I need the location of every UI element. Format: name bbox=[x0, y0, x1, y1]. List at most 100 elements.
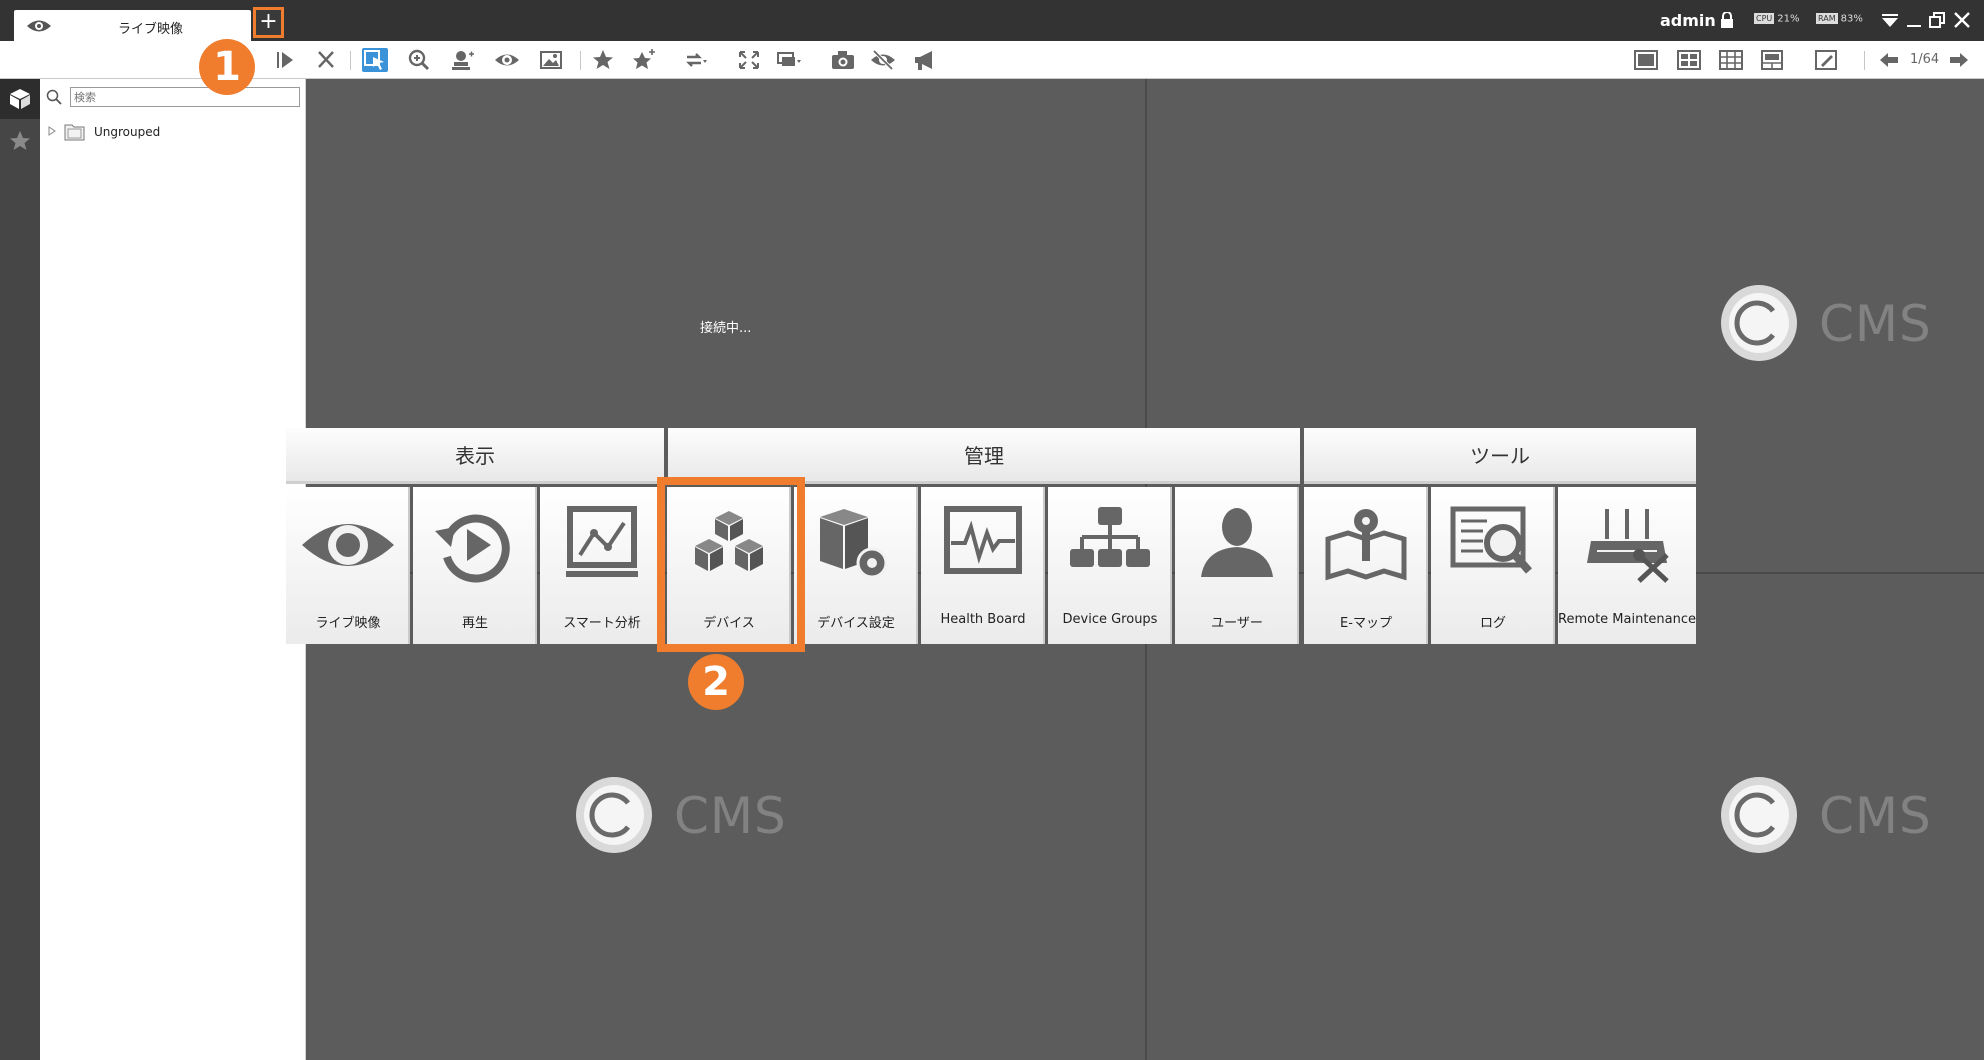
device-tree-panel: Ungrouped bbox=[40, 79, 306, 1060]
favorite-star-icon[interactable] bbox=[590, 48, 616, 72]
dropdown-menu-icon[interactable] bbox=[1878, 8, 1902, 32]
left-rail bbox=[0, 79, 40, 1060]
expand-arrow-icon[interactable] bbox=[48, 126, 56, 136]
menu-section-tools: ツール bbox=[1304, 428, 1696, 484]
layout-nine-icon[interactable] bbox=[1718, 48, 1744, 72]
folder-icon bbox=[64, 124, 85, 141]
eye-icon bbox=[302, 524, 394, 566]
health-board-icon bbox=[944, 506, 1022, 574]
menu-item-label: ライブ映像 bbox=[315, 616, 381, 631]
connecting-status: 接続中... bbox=[700, 321, 752, 336]
cpu-value: 21% bbox=[1777, 13, 1800, 25]
play-icon[interactable] bbox=[272, 48, 298, 72]
tab-live-view[interactable]: ライブ映像 bbox=[14, 10, 251, 41]
cpu-meter: CPU 21% bbox=[1754, 13, 1800, 27]
cms-ring-icon bbox=[576, 777, 652, 853]
tab-label: ライブ映像 bbox=[118, 22, 184, 37]
menu-item-smart-analysis[interactable]: スマート分析 bbox=[540, 487, 664, 644]
close-all-icon[interactable] bbox=[313, 48, 339, 72]
menu-item-label: Health Board bbox=[940, 612, 1026, 627]
menu-item-playback[interactable]: 再生 bbox=[413, 487, 537, 644]
favorites-tab[interactable] bbox=[0, 121, 40, 161]
ram-meter: RAM 83% bbox=[1816, 13, 1863, 27]
main-menu: 表示 管理 ツール ライブ映像 再生 スマート分析 デバイス デバイス設定 He… bbox=[286, 428, 1696, 644]
menu-item-label: ログ bbox=[1479, 616, 1506, 631]
tree-search bbox=[44, 87, 302, 109]
menu-item-health-board[interactable]: Health Board bbox=[921, 487, 1045, 644]
restore-icon[interactable] bbox=[1925, 8, 1949, 32]
user-icon bbox=[1201, 508, 1273, 577]
page-indicator: 1/64 bbox=[1910, 52, 1940, 67]
callout-step-2: 2 bbox=[688, 654, 744, 710]
menu-item-label: スマート分析 bbox=[563, 616, 641, 631]
video-cell-4[interactable]: CMS bbox=[1147, 574, 1984, 1060]
menu-item-device-settings[interactable]: デバイス設定 bbox=[794, 487, 918, 644]
layout-custom-icon[interactable] bbox=[1760, 48, 1786, 72]
menu-item-label: Remote Maintenance bbox=[1558, 612, 1697, 627]
cms-logo: CMS bbox=[574, 771, 814, 861]
menu-section-view: 表示 bbox=[286, 428, 664, 484]
tree-node-label: Ungrouped bbox=[94, 125, 161, 139]
privacy-mask-icon[interactable] bbox=[870, 48, 896, 72]
log-icon bbox=[1450, 506, 1533, 574]
eye-icon bbox=[27, 20, 51, 32]
zoom-in-icon[interactable] bbox=[406, 48, 432, 72]
menu-item-remote-maintenance[interactable]: Remote Maintenance bbox=[1558, 487, 1696, 644]
cms-ring-icon bbox=[1721, 777, 1797, 853]
snapshot-camera-icon[interactable] bbox=[830, 48, 856, 72]
sequence-icon[interactable] bbox=[682, 48, 708, 72]
next-page-icon[interactable] bbox=[1946, 48, 1972, 72]
toolbar-divider bbox=[580, 51, 581, 70]
ptz-control-icon[interactable] bbox=[450, 48, 476, 72]
lock-icon[interactable] bbox=[1720, 12, 1734, 28]
menu-item-live-view[interactable]: ライブ映像 bbox=[286, 487, 410, 644]
cms-window: ライブ映像 + admin CPU 21% RAM 83% 1/64 検索 Un… bbox=[0, 0, 1984, 1060]
emap-icon bbox=[1325, 509, 1407, 581]
device-groups-icon bbox=[1070, 507, 1150, 567]
ram-value: 83% bbox=[1840, 13, 1863, 25]
prev-page-icon[interactable] bbox=[1876, 48, 1902, 72]
device-settings-icon bbox=[820, 509, 888, 579]
cube-icon bbox=[10, 89, 30, 109]
star-icon bbox=[10, 131, 30, 150]
menu-item-label: デバイス設定 bbox=[817, 616, 895, 631]
callout-step-1: 1 bbox=[199, 39, 255, 95]
playback-icon bbox=[435, 514, 510, 583]
cms-logo: CMS bbox=[1719, 771, 1959, 861]
select-pointer-icon[interactable] bbox=[362, 48, 388, 72]
cms-logo-text: CMS bbox=[674, 787, 787, 845]
cms-logo: CMS bbox=[1719, 279, 1959, 369]
add-favorite-icon[interactable] bbox=[630, 48, 656, 72]
cpu-chip: CPU bbox=[1754, 13, 1775, 24]
layout-edit-icon[interactable] bbox=[1814, 48, 1840, 72]
menu-item-users[interactable]: ユーザー bbox=[1175, 487, 1299, 644]
menu-item-emap[interactable]: E-マップ bbox=[1304, 487, 1428, 644]
toolbar: 1/64 bbox=[0, 41, 1984, 79]
layout-quad-icon[interactable] bbox=[1676, 48, 1702, 72]
menu-item-label: E-マップ bbox=[1340, 616, 1392, 631]
title-bar: ライブ映像 + admin CPU 21% RAM 83% bbox=[0, 0, 1984, 41]
menu-item-log[interactable]: ログ bbox=[1431, 487, 1555, 644]
fullscreen-icon[interactable] bbox=[736, 48, 762, 72]
menu-item-device-groups[interactable]: Device Groups bbox=[1048, 487, 1172, 644]
device-tree-tab[interactable] bbox=[0, 79, 40, 119]
image-icon[interactable] bbox=[538, 48, 564, 72]
smart-analysis-icon bbox=[566, 506, 638, 577]
search-input[interactable] bbox=[70, 87, 300, 107]
layout-single-icon[interactable] bbox=[1633, 48, 1659, 72]
cms-logo-text: CMS bbox=[1819, 295, 1932, 353]
ram-chip: RAM bbox=[1816, 13, 1838, 24]
menu-item-label: 再生 bbox=[461, 616, 488, 631]
highlight-devices-box bbox=[657, 477, 805, 652]
menu-section-management: 管理 bbox=[668, 428, 1300, 484]
add-tab-button[interactable]: + bbox=[253, 7, 284, 38]
minimize-icon[interactable] bbox=[1902, 8, 1926, 32]
display-output-icon[interactable] bbox=[776, 48, 802, 72]
cms-logo-text: CMS bbox=[1819, 787, 1932, 845]
audio-broadcast-icon[interactable] bbox=[912, 48, 938, 72]
toolbar-divider bbox=[350, 51, 351, 70]
menu-item-label: Device Groups bbox=[1062, 612, 1158, 627]
user-name: admin bbox=[1660, 11, 1716, 30]
close-icon[interactable] bbox=[1950, 8, 1974, 32]
visibility-icon[interactable] bbox=[494, 48, 520, 72]
